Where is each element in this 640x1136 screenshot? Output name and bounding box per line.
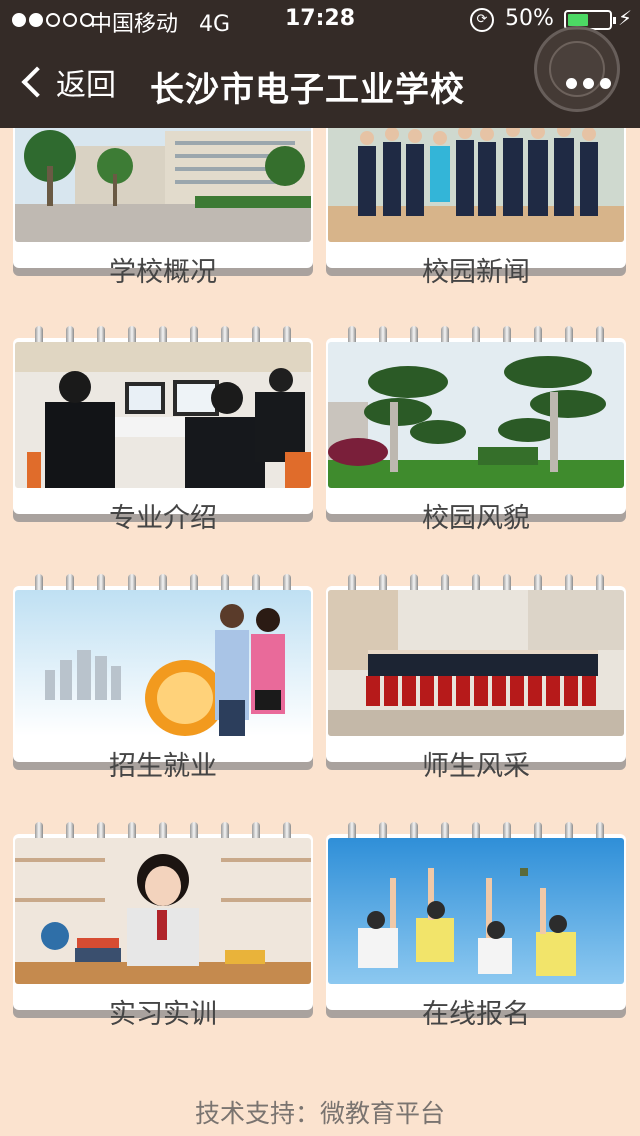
menu-card-label: 招生就业 [109,751,217,782]
battery-percent: 50% [505,6,554,31]
charging-icon: ⚡ [618,6,633,30]
back-label: 返回 [56,68,116,103]
menu-card-teachers-students[interactable]: 师生风采 [326,574,626,782]
menu-card-campus-scenery[interactable]: 校园风貌 [326,326,626,534]
girl-studying-photo [15,838,311,984]
menu-card-online-registration[interactable]: 在线报名 [326,822,626,1030]
status-bar: 中国移动 4G 17:28 ⟳ 50% ⚡ [0,0,640,40]
menu-card-label: 实习实训 [109,999,217,1030]
more-options-icon[interactable] [566,78,611,89]
menu-card-internship-training[interactable]: 实习实训 [13,822,313,1030]
students-globe-photo [15,590,311,736]
campus-trees-photo [328,342,624,488]
menu-card-label: 校园新闻 [422,257,530,288]
rotation-lock-icon: ⟳ [470,8,494,32]
assistive-touch-button[interactable] [534,26,620,112]
menu-card-label: 校园风貌 [422,503,530,534]
menu-card-label: 在线报名 [422,999,530,1030]
top-bar: 中国移动 4G 17:28 ⟳ 50% ⚡ 返回 长沙市电子工业学校 [0,0,640,128]
menu-card-admissions-employment[interactable]: 招生就业 [13,574,313,782]
student-group-banner-photo [328,590,624,736]
computer-lab-photo [15,342,311,488]
chevron-left-icon [21,66,53,98]
page-title: 长沙市电子工业学校 [150,70,465,110]
footer-tech-support: 技术支持：微教育平台 [194,1099,445,1128]
graduates-sky-photo [328,838,624,984]
menu-card-label: 专业介绍 [109,503,217,534]
back-button[interactable]: 返回 [18,60,116,104]
nav-bar: 返回 长沙市电子工业学校 [0,26,640,128]
menu-card-label: 学校概况 [109,257,217,288]
menu-card-majors[interactable]: 专业介绍 [13,326,313,534]
menu-card-label: 师生风采 [422,751,530,782]
